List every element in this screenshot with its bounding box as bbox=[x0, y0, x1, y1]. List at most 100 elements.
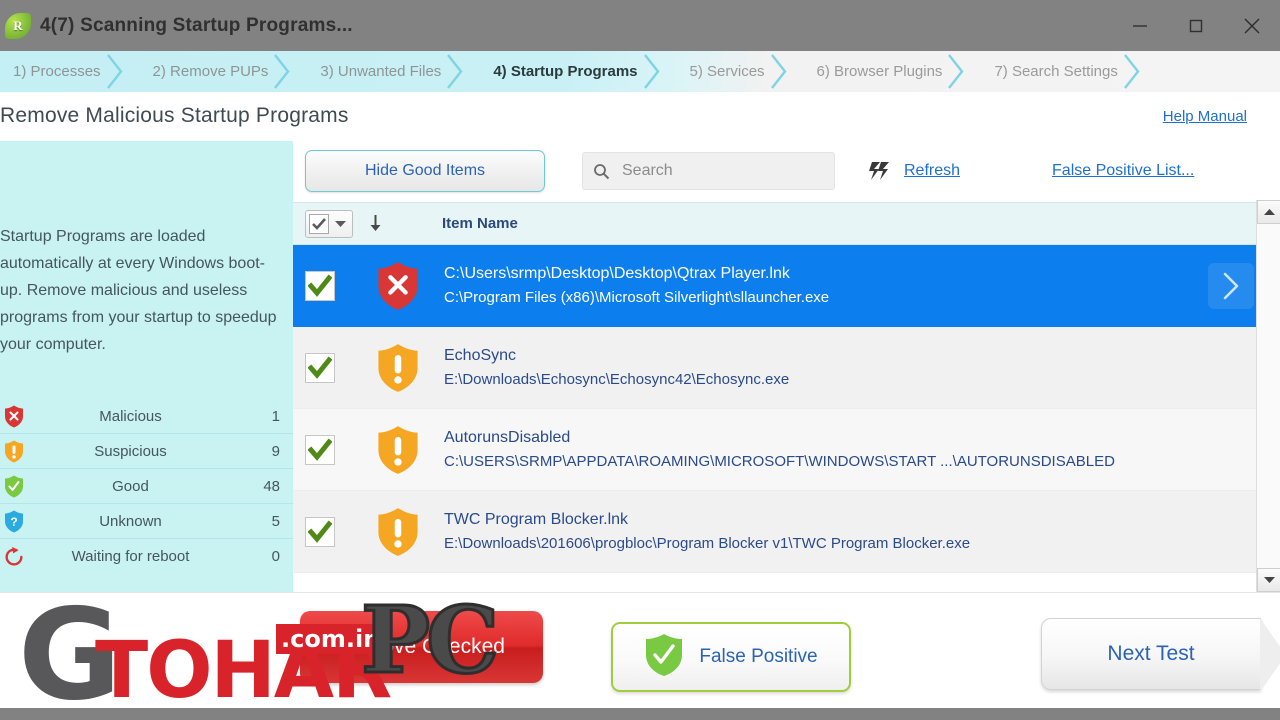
help-manual-link[interactable]: Help Manual bbox=[1163, 108, 1247, 125]
shield-suspicious-icon bbox=[376, 343, 420, 393]
maximize-button[interactable] bbox=[1168, 0, 1224, 51]
tab-separator-chevron-icon bbox=[1122, 51, 1144, 92]
tab-label: 7) Search Settings bbox=[994, 63, 1118, 80]
refresh-link[interactable]: Refresh bbox=[904, 162, 960, 180]
panel-description: Startup Programs are loaded automaticall… bbox=[0, 228, 277, 353]
search-box[interactable] bbox=[582, 152, 835, 190]
stat-label: Good bbox=[112, 477, 149, 495]
stat-row[interactable]: Suspicious 9 bbox=[0, 434, 293, 469]
row-item-name: C:\Users\srmp\Desktop\Desktop\Qtrax Play… bbox=[444, 264, 790, 282]
stat-value: 9 bbox=[271, 442, 280, 460]
row-checkbox[interactable] bbox=[305, 434, 335, 465]
shield-unknown-icon: ? bbox=[0, 510, 28, 533]
false-positive-list-link[interactable]: False Positive List... bbox=[1052, 162, 1194, 180]
stat-row[interactable]: Waiting for reboot 0 bbox=[0, 539, 293, 574]
shield-malicious-icon bbox=[376, 261, 420, 311]
refresh-control[interactable]: Refresh bbox=[868, 160, 960, 182]
title-bar: R 4(7) Scanning Startup Programs... bbox=[0, 0, 1280, 51]
row-item-path: E:\Downloads\201606\progbloc\Program Blo… bbox=[444, 534, 971, 552]
next-test-button[interactable]: Next Test bbox=[1041, 618, 1280, 692]
stat-row[interactable]: ? Unknown 5 bbox=[0, 504, 293, 539]
stat-value: 48 bbox=[263, 477, 280, 495]
stat-row[interactable]: Malicious 1 bbox=[0, 399, 293, 434]
tab-4[interactable]: 4) Startup Programs bbox=[480, 51, 676, 92]
table-row[interactable]: C:\Users\srmp\Desktop\Desktop\Qtrax Play… bbox=[293, 245, 1280, 327]
chevron-down-icon[interactable] bbox=[335, 215, 346, 233]
main-content: Hide Good Items Refresh bbox=[293, 140, 1280, 592]
row-item-path: E:\Downloads\Echosync\Echosync42\Echosyn… bbox=[444, 370, 790, 388]
tab-separator-chevron-icon bbox=[445, 51, 467, 92]
select-all-checkbox[interactable] bbox=[309, 213, 329, 234]
row-checkbox[interactable] bbox=[305, 516, 335, 547]
stat-label: Suspicious bbox=[94, 442, 167, 460]
shield-suspicious-icon bbox=[376, 507, 420, 557]
table-row[interactable]: EchoSync E:\Downloads\Echosync\Echosync42… bbox=[293, 327, 1280, 409]
app-icon-letter: R bbox=[13, 17, 23, 33]
tab-label: 1) Processes bbox=[13, 63, 101, 80]
tab-separator-chevron-icon bbox=[642, 51, 664, 92]
stat-row[interactable]: Good 48 bbox=[0, 469, 293, 504]
search-input[interactable] bbox=[622, 162, 824, 180]
tab-label: 3) Unwanted Files bbox=[320, 63, 442, 80]
tab-1[interactable]: 1) Processes bbox=[0, 51, 140, 92]
reboot-icon bbox=[0, 546, 28, 568]
scroll-down-button[interactable] bbox=[1257, 568, 1280, 592]
tab-3[interactable]: 3) Unwanted Files bbox=[307, 51, 480, 92]
shield-suspicious-icon bbox=[0, 440, 28, 463]
tab-6[interactable]: 6) Browser Plugins bbox=[804, 51, 982, 92]
false-positive-button[interactable]: False Positive bbox=[611, 622, 851, 692]
table-row[interactable]: TWC Program Blocker.lnk E:\Downloads\2016… bbox=[293, 491, 1280, 573]
application-window: R 4(7) Scanning Startup Programs... 1) P… bbox=[0, 0, 1280, 720]
tab-separator-chevron-icon bbox=[105, 51, 127, 92]
list-header-row: Item Name bbox=[293, 202, 1280, 245]
row-item-name: AutorunsDisabled bbox=[444, 428, 571, 446]
tab-7[interactable]: 7) Search Settings bbox=[981, 51, 1156, 92]
sort-descending-icon[interactable] bbox=[369, 215, 382, 232]
scan-summary-stats: Malicious 1 Suspicious 9 Good 48? Unknown 5 Wait… bbox=[0, 399, 293, 574]
window-controls bbox=[1112, 0, 1280, 51]
vertical-scrollbar[interactable] bbox=[1256, 200, 1280, 592]
chevron-right-icon[interactable] bbox=[1208, 262, 1254, 309]
tab-label: 6) Browser Plugins bbox=[816, 63, 943, 80]
row-item-name: EchoSync bbox=[444, 346, 517, 364]
bottom-letterbox-bar bbox=[0, 708, 1280, 720]
tab-2[interactable]: 2) Remove PUPs bbox=[140, 51, 308, 92]
row-item-path: C:\USERS\SRMP\APPDATA\ROAMING\MICROSOFT\… bbox=[444, 452, 1115, 470]
close-button[interactable] bbox=[1224, 0, 1280, 51]
row-checkbox[interactable] bbox=[305, 270, 335, 301]
tabs-container: 1) Processes 2) Remove PUPs 3) Unwanted Fi… bbox=[0, 51, 1280, 92]
stat-label: Malicious bbox=[99, 407, 162, 425]
shield-malicious-icon bbox=[0, 405, 28, 428]
tab-label: 4) Startup Programs bbox=[493, 63, 638, 80]
minimize-button[interactable] bbox=[1112, 0, 1168, 51]
row-text-block: EchoSync E:\Downloads\Echosync\Echosync42… bbox=[444, 344, 789, 392]
row-checkbox[interactable] bbox=[305, 352, 335, 383]
page-title: Remove Malicious Startup Programs bbox=[0, 104, 349, 127]
table-row[interactable]: AutorunsDisabled C:\USERS\SRMP\APPDATA\RO… bbox=[293, 409, 1280, 491]
stat-label: Waiting for reboot bbox=[71, 548, 190, 565]
select-all-dropdown[interactable] bbox=[305, 209, 353, 238]
page-header: Remove Malicious Startup Programs Help M… bbox=[0, 92, 1280, 140]
shield-good-icon bbox=[644, 633, 684, 682]
scrollbar-track[interactable] bbox=[1257, 224, 1280, 568]
list-toolbar: Hide Good Items Refresh bbox=[293, 140, 1280, 202]
remove-checked-button[interactable]: Remove Checked bbox=[300, 611, 543, 683]
stat-label: Unknown bbox=[99, 512, 162, 530]
stat-value: 0 bbox=[271, 548, 280, 565]
false-positive-button-label: False Positive bbox=[699, 646, 818, 667]
shield-good-icon bbox=[0, 475, 28, 498]
row-text-block: C:\Users\srmp\Desktop\Desktop\Qtrax Play… bbox=[444, 262, 829, 310]
wizard-tab-strip: 1) Processes 2) Remove PUPs 3) Unwanted Fi… bbox=[0, 51, 1280, 92]
tab-5[interactable]: 5) Services bbox=[677, 51, 804, 92]
tab-label: 5) Services bbox=[689, 63, 765, 80]
hide-good-items-button[interactable]: Hide Good Items bbox=[305, 150, 545, 192]
row-text-block: AutorunsDisabled C:\USERS\SRMP\APPDATA\RO… bbox=[444, 426, 1115, 474]
refresh-icon bbox=[868, 160, 892, 182]
stat-value: 5 bbox=[271, 512, 280, 530]
shield-suspicious-icon bbox=[376, 425, 420, 475]
startup-items-list: C:\Users\srmp\Desktop\Desktop\Qtrax Play… bbox=[293, 245, 1280, 573]
column-header-item-name[interactable]: Item Name bbox=[442, 215, 518, 232]
tab-label: 2) Remove PUPs bbox=[152, 63, 269, 80]
info-side-panel: Startup Programs are loaded automaticall… bbox=[0, 140, 293, 592]
scroll-up-button[interactable] bbox=[1257, 200, 1280, 224]
